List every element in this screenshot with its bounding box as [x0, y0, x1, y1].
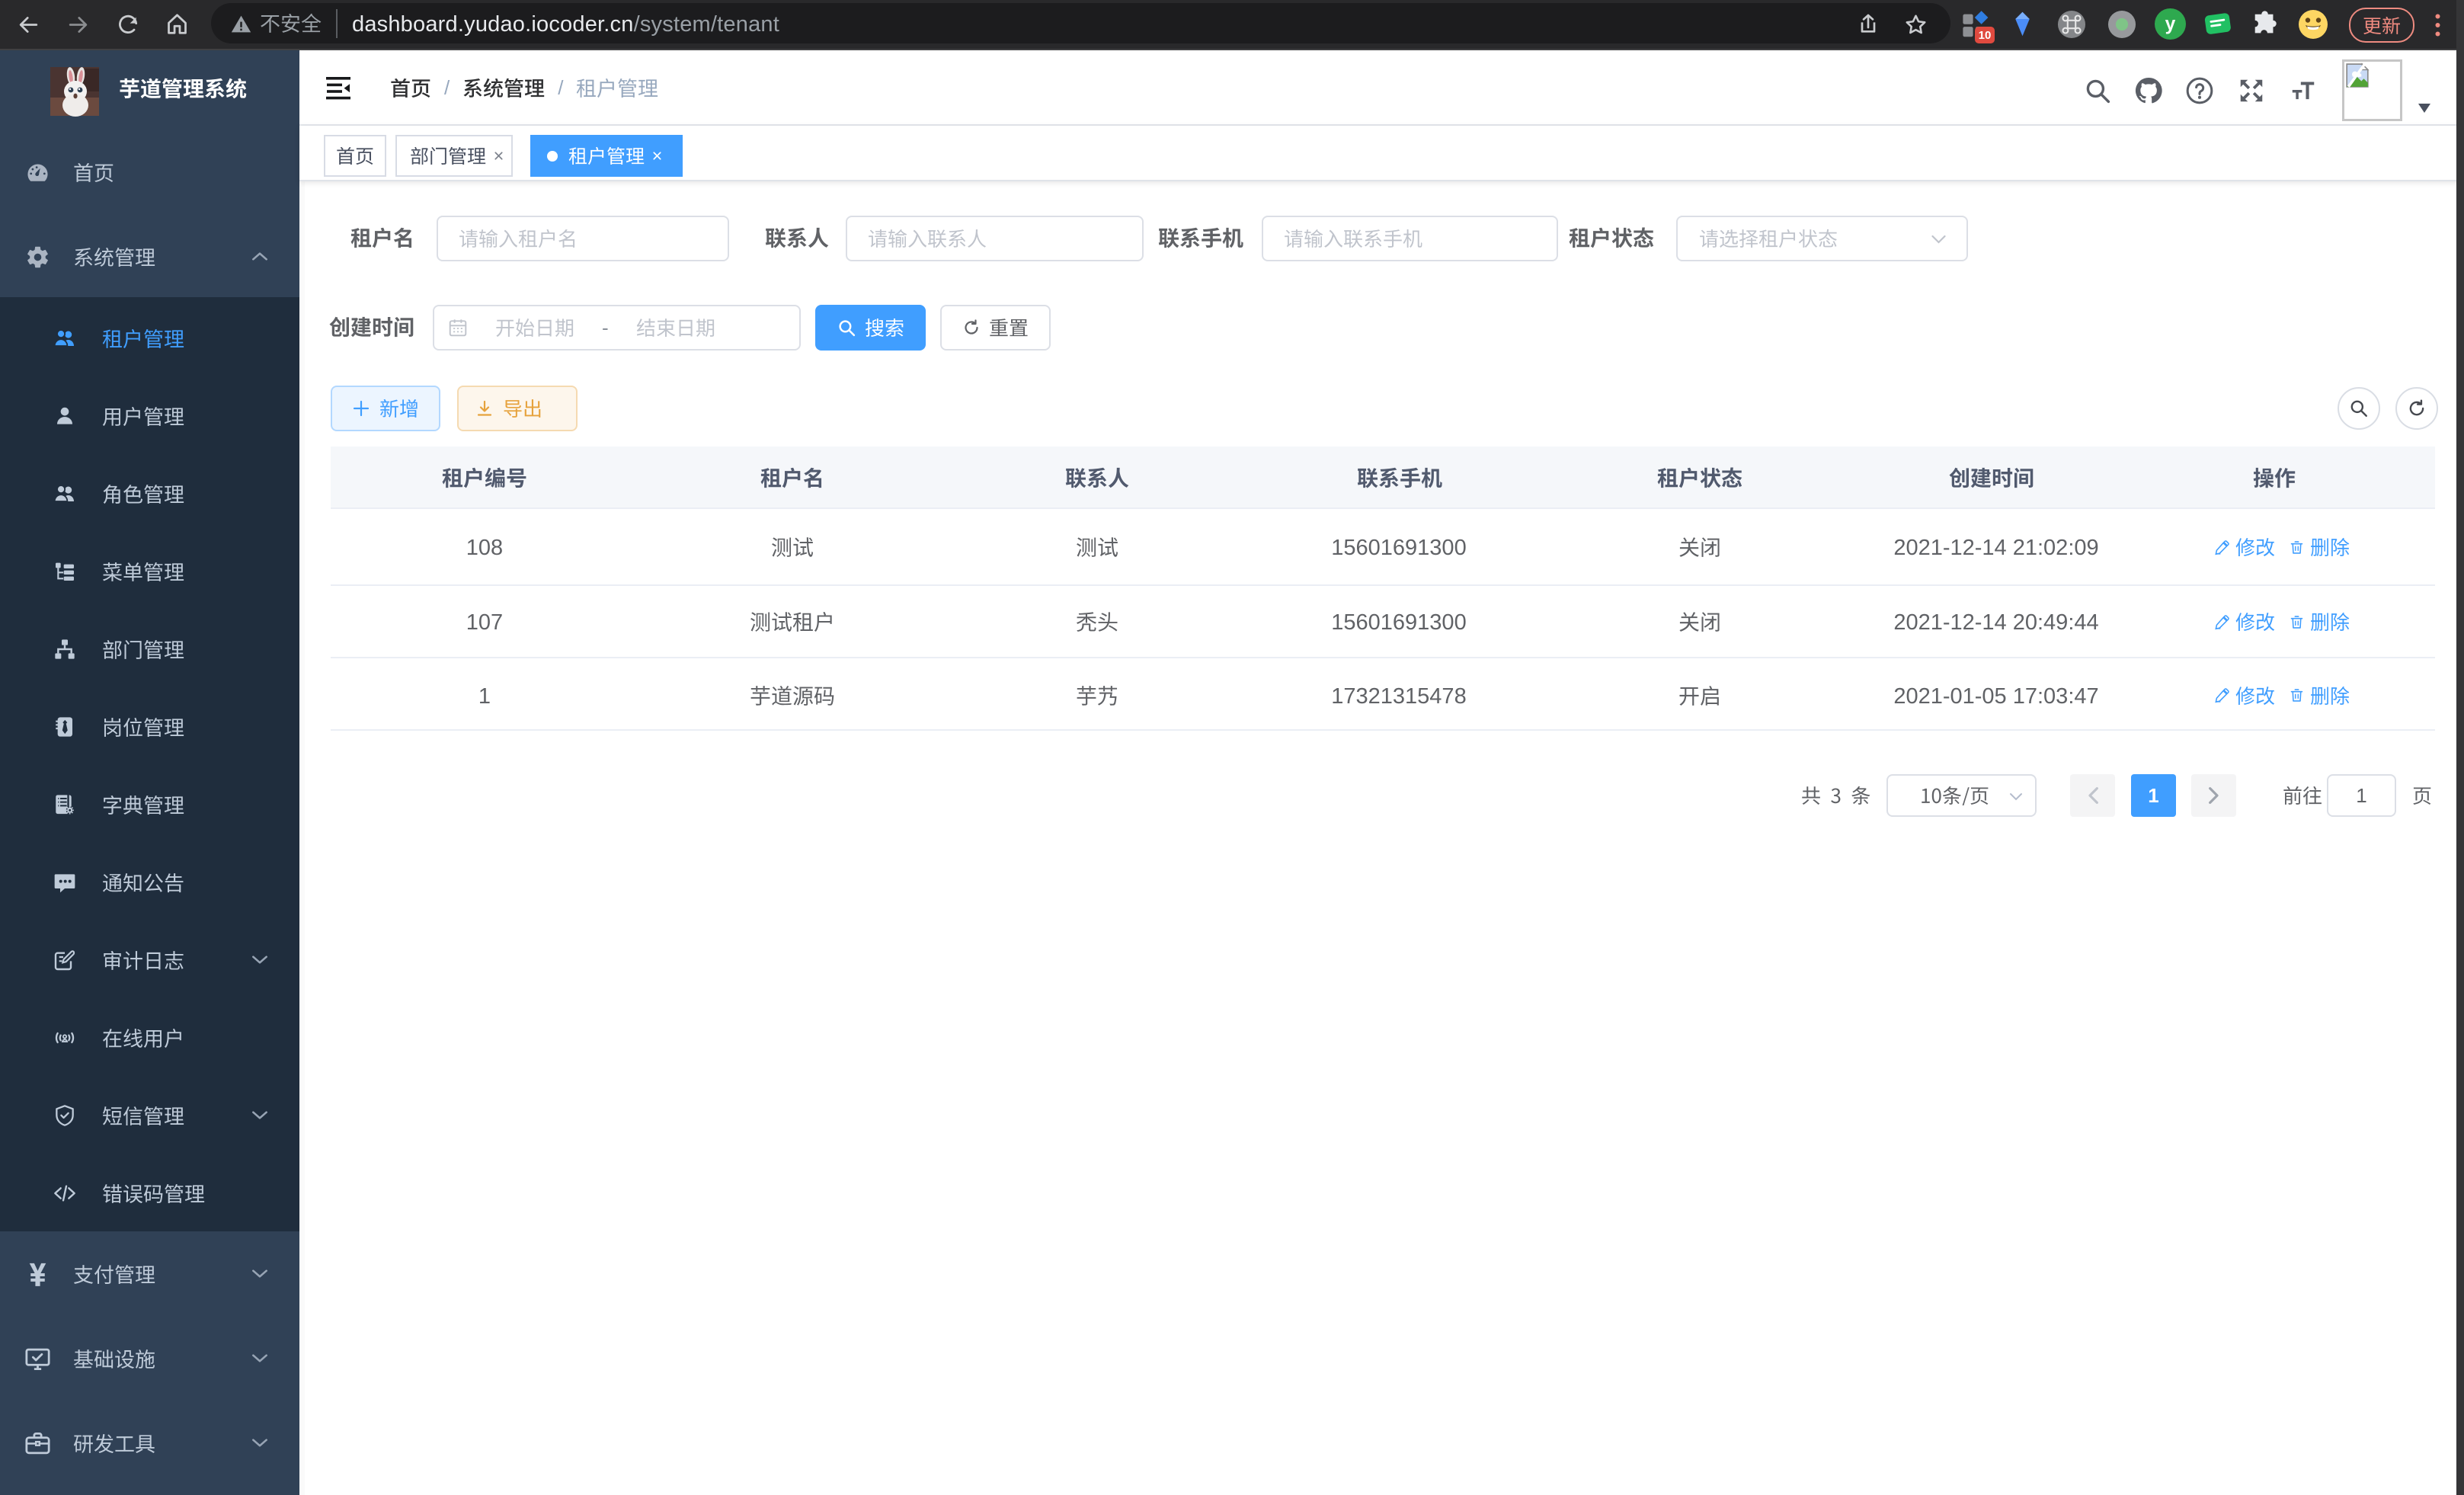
- svg-text:y: y: [2165, 14, 2176, 35]
